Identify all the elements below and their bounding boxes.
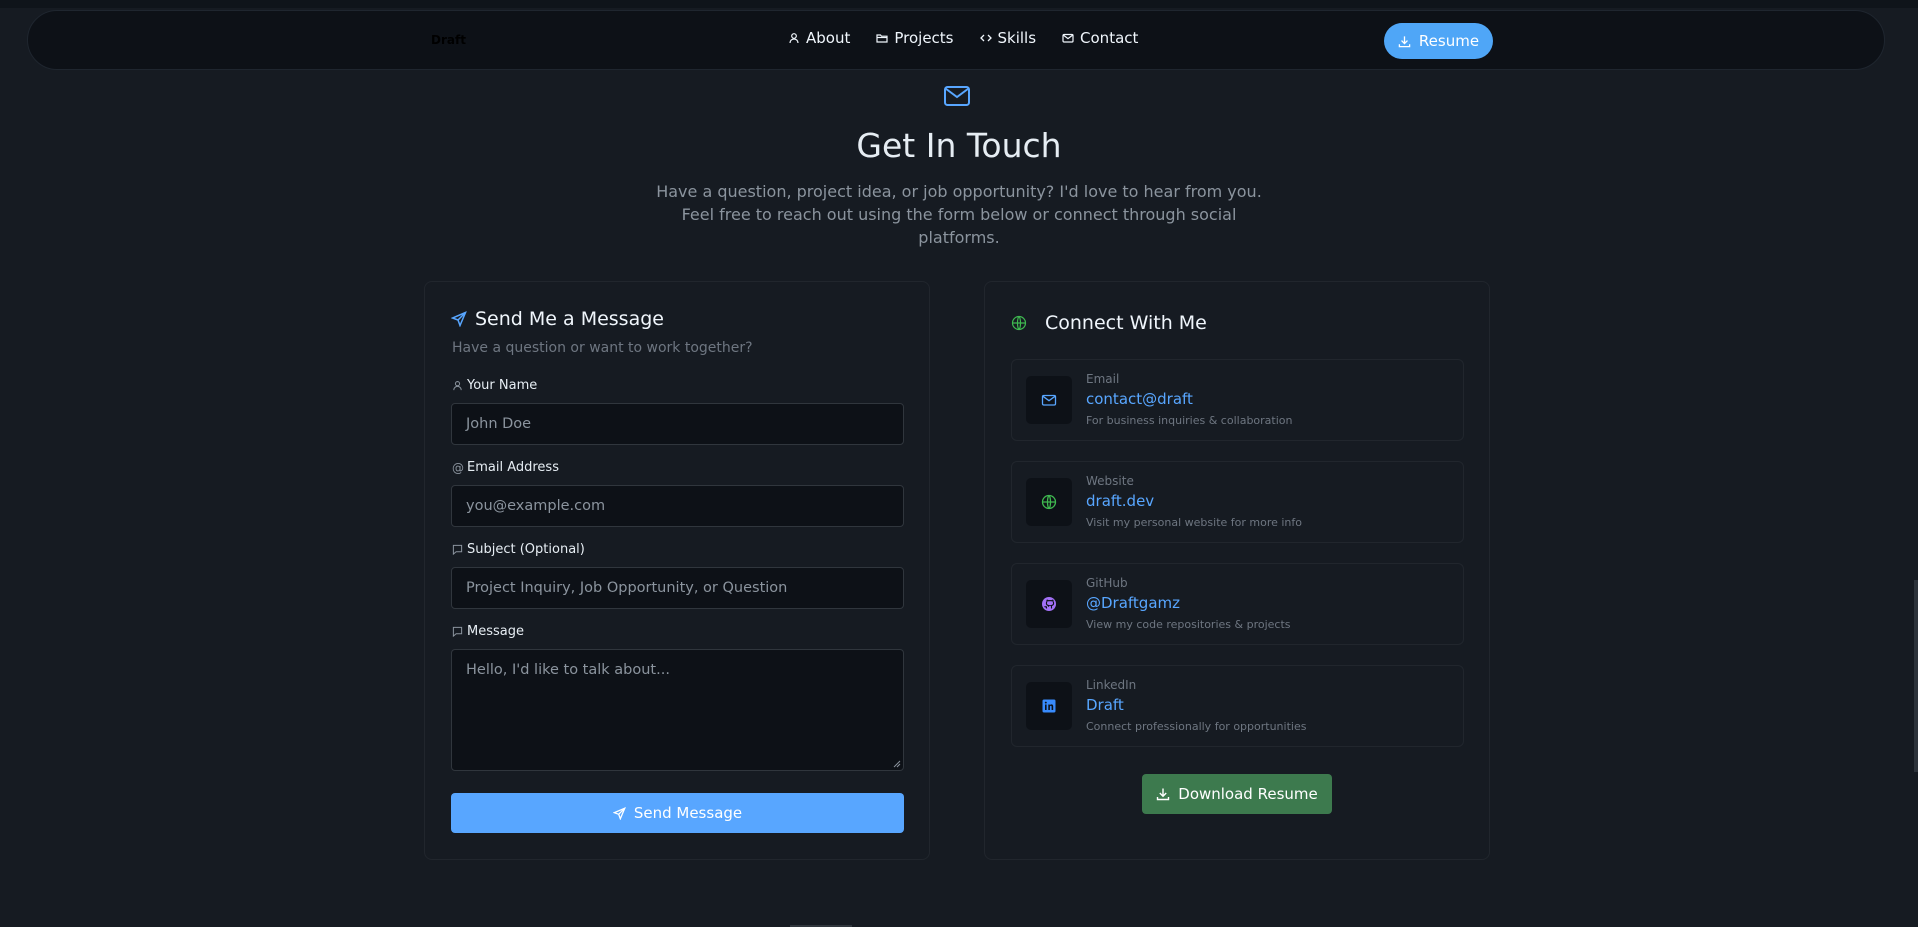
top-strip [0,0,1918,8]
nav-link-label: Projects [894,29,954,47]
nav-link-skills[interactable]: Skills [979,29,1037,47]
github-icon [1042,597,1056,611]
resize-handle-icon[interactable] [893,760,901,768]
connect-description: Connect professionally for opportunities [1086,720,1307,733]
connect-item-github: GitHub @Draftgamz View my code repositor… [1011,563,1464,645]
connect-header: Connect With Me [1011,312,1207,334]
download-icon [1157,788,1170,801]
page-title: Get In Touch [856,126,1062,165]
globe-icon [1041,494,1057,510]
subject-label-text: Subject (Optional) [467,542,585,557]
nav-link-label: Skills [997,29,1037,47]
send-message-label: Send Message [633,804,743,822]
connect-title: Connect With Me [1045,312,1207,334]
message-square-icon [452,626,463,637]
nav-link-label: About [806,29,851,47]
nav-link-about[interactable]: About [788,29,850,47]
user-icon [789,33,799,44]
form-title: Send Me a Message [475,308,664,330]
email-label: @ Email Address [452,460,559,475]
globe-icon [1011,315,1027,331]
name-label: Your Name [452,378,537,393]
website-link[interactable]: draft.dev [1086,492,1154,510]
nav-link-label: Contact [1080,29,1139,47]
send-icon [451,311,467,327]
logo[interactable]: Draft [431,33,466,47]
form-subtitle: Have a question or want to work together… [452,340,753,356]
connect-card: Connect With Me Email contact@draft For … [984,281,1490,860]
send-icon [612,806,626,820]
code-icon [979,34,992,42]
github-link[interactable]: @Draftgamz [1086,594,1180,612]
mail-icon [944,86,970,106]
name-label-text: Your Name [467,378,538,393]
connect-description: View my code repositories & projects [1086,618,1291,631]
connect-item-email: Email contact@draft For business inquiri… [1011,359,1464,441]
nav-link-projects[interactable]: Projects [876,29,954,47]
connect-item-website: Website draft.dev Visit my personal webs… [1011,461,1464,543]
message-label-text: Message [467,624,524,639]
linkedin-icon [1042,699,1056,713]
email-label-text: Email Address [467,460,559,475]
connect-item-linkedin: LinkedIn Draft Connect professionally fo… [1011,665,1464,747]
email-link[interactable]: contact@draft [1086,390,1193,408]
connect-description: Visit my personal website for more info [1086,516,1303,529]
resume-button[interactable]: Resume [1384,23,1493,59]
connect-category: Email [1086,372,1120,386]
subject-label: Subject (Optional) [452,542,585,557]
connect-category: Website [1086,474,1134,488]
subject-input[interactable]: Project Inquiry, Job Opportunity, or Que… [451,567,904,609]
name-input[interactable]: John Doe [451,403,904,445]
folder-icon [876,34,888,43]
connect-category: LinkedIn [1086,678,1137,692]
mail-icon [1062,33,1074,43]
message-placeholder: Hello, I'd like to talk about... [466,662,670,678]
email-input[interactable]: you@example.com [451,485,904,527]
mail-icon [1041,394,1057,406]
form-header: Send Me a Message [451,308,664,330]
send-message-button[interactable]: Send Message [451,793,904,833]
message-square-icon [452,544,463,555]
scrollbar-thumb[interactable] [1914,580,1918,772]
page-subtitle: Have a question, project idea, or job op… [656,182,1262,247]
connect-description: For business inquiries & collaboration [1086,414,1293,427]
download-resume-label: Download Resume [1178,785,1318,803]
user-icon [453,381,462,391]
message-form-card: Send Me a Message Have a question or wan… [424,281,930,860]
linkedin-link[interactable]: Draft [1086,696,1124,714]
connect-category: GitHub [1086,576,1128,590]
nav-links: About Projects Skills Contact [788,29,1138,47]
nav-link-contact[interactable]: Contact [1062,29,1138,47]
message-textarea[interactable]: Hello, I'd like to talk about... [451,649,904,771]
download-resume-button[interactable]: Download Resume [1142,774,1332,814]
download-icon [1398,35,1411,47]
navbar: Draft About Projects Skills Contact Resu… [27,10,1885,70]
resume-button-label: Resume [1418,32,1480,50]
message-label: Message [452,624,524,639]
at-icon: @ [452,460,464,475]
